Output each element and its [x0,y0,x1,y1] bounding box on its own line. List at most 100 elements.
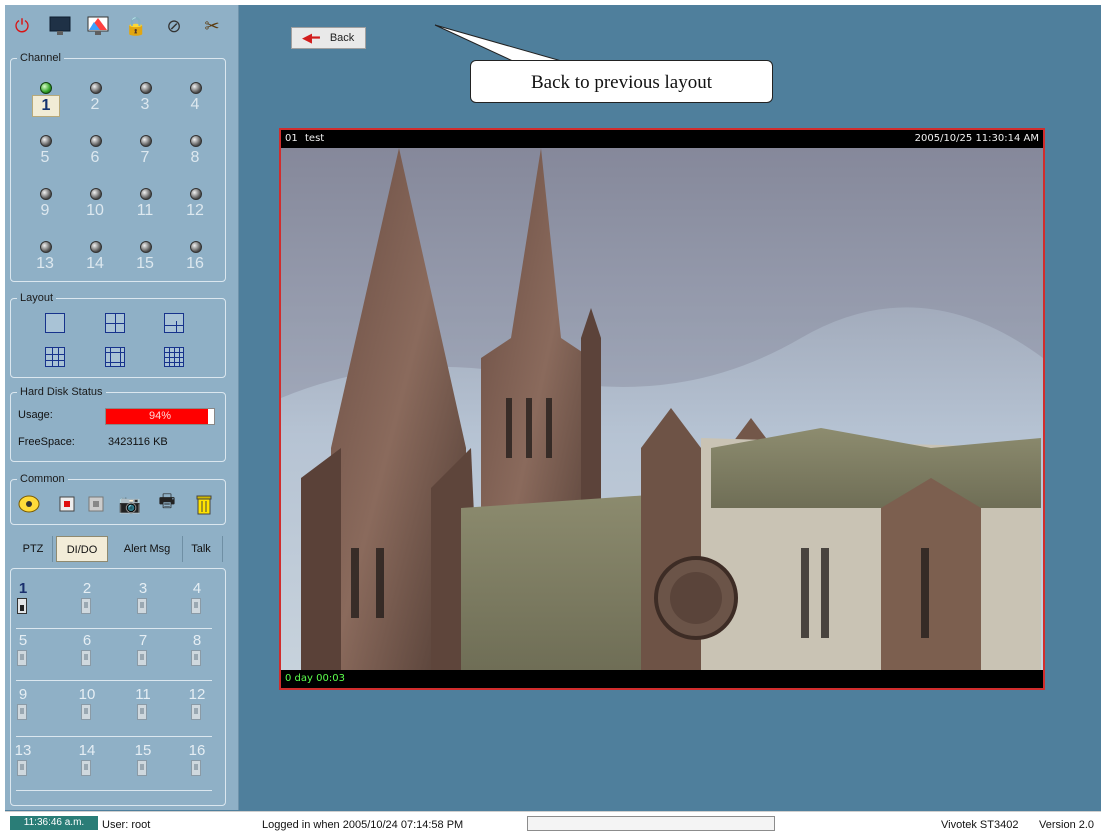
video-frame-image [281,148,1043,670]
status-bar: 11:36:46 a.m. User: root Logged in when … [5,811,1101,836]
speaker-icon[interactable] [18,492,42,516]
channel-item-16[interactable]: 16 [172,241,218,279]
channel-number: 16 [186,255,204,272]
toolbar: ⏻ 🔒 ⊘ ✂ [10,14,230,40]
usage-label: Usage: [18,409,53,421]
tab-ptz[interactable]: PTZ [14,536,53,562]
switch-icon [191,760,201,776]
channel-number: 12 [186,202,204,219]
channel-number: 3 [140,96,150,113]
channel-item-11[interactable]: 11 [122,188,168,226]
dido-number: 16 [188,742,206,759]
dido-item-15[interactable]: 15 [120,742,166,786]
channel-number: 13 [36,255,54,272]
video-channel-name: test [305,133,325,144]
channel-number: 10 [86,202,104,219]
back-label: Back [329,32,355,44]
led-icon [140,241,152,253]
channel-number: 7 [140,149,150,166]
dido-number: 14 [78,742,96,759]
dido-item-16[interactable]: 16 [174,742,220,786]
layout-1x1-icon[interactable] [45,313,65,333]
channel-item-8[interactable]: 8 [172,135,218,173]
divider [16,680,212,681]
stop-icon[interactable] [84,492,108,516]
channel-item-2[interactable]: 2 [72,82,118,120]
led-icon [140,82,152,94]
snapshot-camera-icon[interactable]: 📷 [118,492,142,516]
channel-item-15[interactable]: 15 [122,241,168,279]
dido-number: 10 [78,686,96,703]
status-version: Version 2.0 [1039,819,1095,831]
switch-icon [17,598,27,614]
dido-number: 8 [192,632,202,649]
tab-talk[interactable]: Talk [180,536,223,562]
channel-item-1[interactable]: 1 [22,82,68,120]
dido-item-6[interactable]: 6 [64,632,110,676]
callout-annotation: Back to previous layout [470,60,773,103]
dido-item-4[interactable]: 4 [174,580,220,624]
channel-item-10[interactable]: 10 [72,188,118,226]
usage-bar: 94% [105,408,215,425]
record-icon[interactable] [55,492,79,516]
channel-item-5[interactable]: 5 [22,135,68,173]
layout-3x3-icon[interactable] [45,347,65,367]
channel-item-13[interactable]: 13 [22,241,68,279]
dido-number: 4 [192,580,202,597]
dido-item-1[interactable]: 1 [0,580,46,624]
settings-icon[interactable]: ⊘ [162,14,186,38]
channel-item-4[interactable]: 4 [172,82,218,120]
channel-item-6[interactable]: 6 [72,135,118,173]
usage-value: 94% [148,410,172,422]
switch-icon [191,598,201,614]
status-product: Vivotek ST3402 [941,819,1019,831]
channel-number: 15 [136,255,154,272]
dido-item-7[interactable]: 7 [120,632,166,676]
channel-item-3[interactable]: 3 [122,82,168,120]
switch-icon [191,650,201,666]
video-footer: 0 day 00:03 [281,670,1043,688]
led-icon [40,82,52,94]
back-arrow-icon: ◀━ [302,30,320,45]
print-icon[interactable]: 🖶 [155,491,179,516]
channel-item-14[interactable]: 14 [72,241,118,279]
dido-item-2[interactable]: 2 [64,580,110,624]
monitor-icon[interactable] [48,14,72,38]
layout-1plus12-icon[interactable] [105,347,125,367]
common-legend: Common [20,473,65,485]
dido-item-14[interactable]: 14 [64,742,110,786]
led-icon [140,135,152,147]
trash-icon[interactable] [192,492,216,516]
dido-item-10[interactable]: 10 [64,686,110,730]
back-button[interactable]: ◀━ Back [291,27,366,49]
dido-item-9[interactable]: 9 [0,686,46,730]
led-icon [90,82,102,94]
color-monitor-icon[interactable] [86,14,110,38]
dido-number: 6 [82,632,92,649]
tools-icon[interactable]: ✂ [200,14,224,38]
channel-number: 8 [190,149,200,166]
status-user: User: root [102,819,151,831]
power-icon[interactable]: ⏻ [10,14,34,38]
tab-dido[interactable]: DI/DO [56,536,108,562]
layout-4x4-icon[interactable] [164,347,184,367]
dido-item-11[interactable]: 11 [120,686,166,730]
divider [16,790,212,791]
dido-number: 15 [134,742,152,759]
dido-item-5[interactable]: 5 [0,632,46,676]
video-viewer[interactable]: 01 test 2005/10/25 11:30:14 AM 0 day 00:… [279,128,1045,690]
switch-icon [81,704,91,720]
channel-item-9[interactable]: 9 [22,188,68,226]
dido-item-8[interactable]: 8 [174,632,220,676]
dido-item-13[interactable]: 13 [0,742,46,786]
switch-icon [81,598,91,614]
layout-1plus3-icon[interactable] [164,313,184,333]
dido-item-3[interactable]: 3 [120,580,166,624]
lock-icon[interactable]: 🔒 [124,14,148,38]
channel-item-12[interactable]: 12 [172,188,218,226]
channel-item-7[interactable]: 7 [122,135,168,173]
layout-2x2-icon[interactable] [105,313,125,333]
tab-alert-msg[interactable]: Alert Msg [112,536,183,562]
dido-item-12[interactable]: 12 [174,686,220,730]
switch-icon [137,704,147,720]
